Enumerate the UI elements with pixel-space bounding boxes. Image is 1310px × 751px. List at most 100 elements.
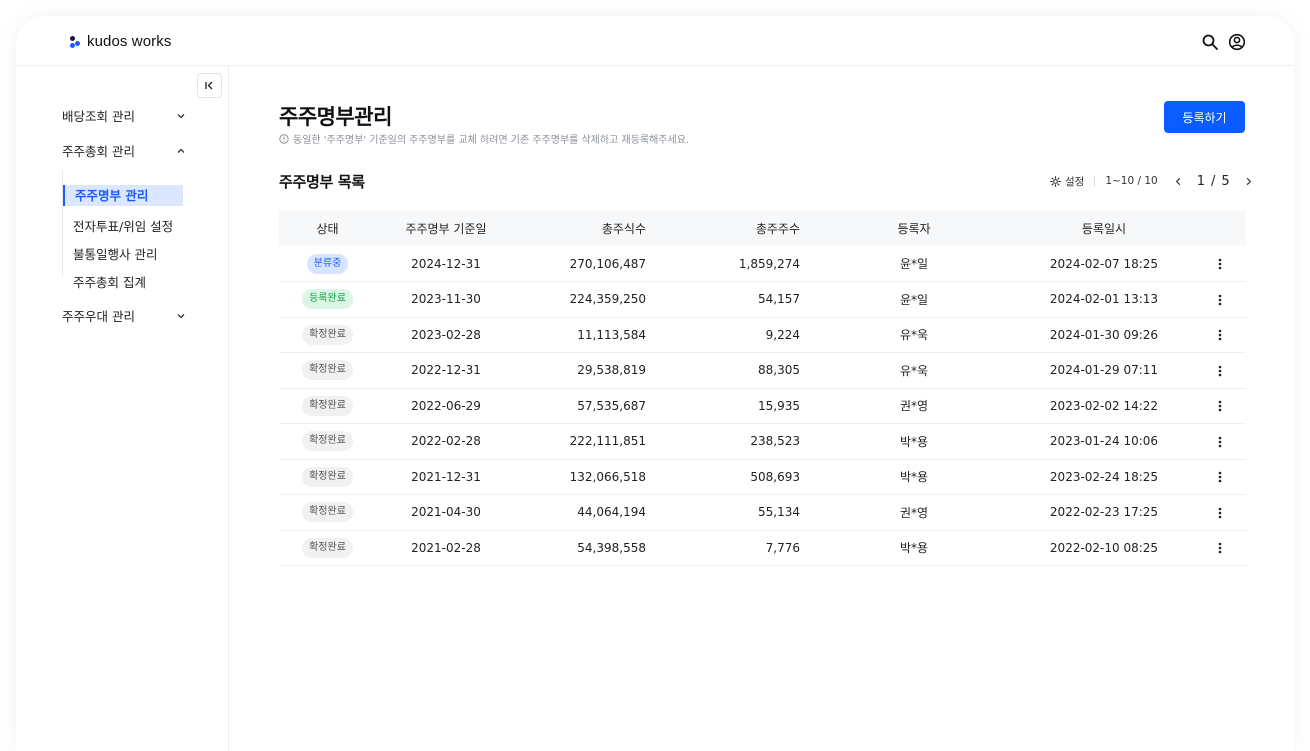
more-vertical-icon[interactable] — [1218, 471, 1222, 483]
status-badge: 확정완료 — [302, 395, 353, 416]
section-title: 주주명부 목록 — [279, 173, 365, 191]
sidebar-item-meeting-tally[interactable]: 주주총회 집계 — [73, 272, 146, 291]
settings-button[interactable]: 설정 — [1050, 174, 1084, 189]
sidebar-item-shareholder-register[interactable]: 주주명부 관리 — [63, 185, 183, 206]
column-header-actions — [1194, 211, 1246, 246]
registrant-cell: 권*영 — [899, 505, 929, 520]
sidebar-group-meeting[interactable]: 주주총회 관리 — [62, 141, 186, 160]
chevron-down-icon — [177, 313, 185, 318]
more-vertical-icon[interactable] — [1218, 542, 1222, 554]
column-header-record-date[interactable]: 주주명부 기준일 — [376, 211, 516, 246]
total-holders-cell: 55,134 — [758, 505, 800, 520]
table-row[interactable]: 확정완료 2023-02-28 11,113,584 9,224 유*욱 2024-01-… — [279, 317, 1246, 353]
chevron-down-icon — [177, 113, 185, 118]
record-date-cell: 2021-12-31 — [411, 469, 481, 484]
table-body: 분류중 2024-12-31 270,106,487 1,859,274 윤*일 2024… — [279, 246, 1246, 566]
total-shares-cell: 270,106,487 — [569, 256, 646, 271]
sidebar-item-e-voting[interactable]: 전자투표/위임 설정 — [73, 216, 173, 235]
page-separator: / — [1211, 173, 1216, 189]
row-actions-cell — [1194, 246, 1246, 282]
row-actions-cell — [1194, 388, 1246, 424]
more-vertical-icon[interactable] — [1218, 436, 1222, 448]
total-holders-cell: 7,776 — [765, 540, 800, 555]
registrant-cell: 박*용 — [899, 470, 929, 485]
chevron-right-icon[interactable] — [1244, 177, 1253, 186]
logo-text: kudos works — [87, 33, 172, 50]
status-cell: 확정완료 — [279, 317, 376, 353]
sidebar-group-dividend[interactable]: 배당조회 관리 — [62, 106, 186, 125]
sidebar-item-split-voting[interactable]: 불통일행사 관리 — [73, 244, 157, 263]
table-row[interactable]: 확정완료 2021-02-28 54,398,558 7,776 박*용 2022-02-… — [279, 530, 1246, 566]
column-header-registered-at[interactable]: 등록일시 — [1014, 211, 1194, 246]
table-row[interactable]: 등록완료 2023-11-30 224,359,250 54,157 윤*일 2024-0… — [279, 282, 1246, 318]
total-holders-cell: 54,157 — [758, 292, 800, 307]
row-range: 1~10 / 10 — [1105, 175, 1158, 187]
column-header-total-holders[interactable]: 총주주수 — [656, 211, 814, 246]
total-pages: 5 — [1221, 173, 1230, 189]
status-badge: 분류중 — [306, 253, 349, 274]
table-row[interactable]: 확정완료 2022-06-29 57,535,687 15,935 권*영 2023-02… — [279, 388, 1246, 424]
logo[interactable]: kudos works — [70, 33, 171, 50]
table-row[interactable]: 분류중 2024-12-31 270,106,487 1,859,274 윤*일 2024… — [279, 246, 1246, 282]
status-cell: 확정완료 — [279, 495, 376, 531]
column-header-registrant[interactable]: 등록자 — [814, 211, 1014, 246]
registered-at-cell: 2023-02-24 18:25 — [1049, 469, 1159, 484]
status-cell: 확정완료 — [279, 424, 376, 460]
row-actions-cell — [1194, 317, 1246, 353]
registered-at-cell: 2024-01-30 09:26 — [1049, 327, 1159, 342]
shareholder-register-table: 상태 주주명부 기준일 총주식수 총주주수 등록자 등록일시 분류중 2024-1… — [279, 211, 1246, 566]
status-cell: 분류중 — [279, 246, 376, 282]
chevron-up-icon — [177, 148, 185, 153]
total-shares-cell: 222,111,851 — [569, 434, 646, 449]
sidebar-group-label: 주주총회 관리 — [62, 144, 135, 159]
more-vertical-icon[interactable] — [1218, 507, 1222, 519]
app-window: kudos works 배당조회 관리 주주총회 관리 주주명부 관리 전자투표… — [16, 16, 1294, 751]
column-header-status[interactable]: 상태 — [279, 211, 376, 246]
row-actions-cell — [1194, 495, 1246, 531]
status-badge: 확정완료 — [302, 466, 353, 487]
more-vertical-icon[interactable] — [1218, 294, 1222, 306]
total-shares-cell: 57,535,687 — [577, 398, 646, 413]
total-holders-cell: 9,224 — [765, 327, 800, 342]
total-holders-cell: 88,305 — [758, 363, 800, 378]
column-header-total-shares[interactable]: 총주식수 — [516, 211, 656, 246]
search-icon[interactable] — [1201, 33, 1219, 51]
sidebar-group-label: 주주우대 관리 — [62, 309, 135, 324]
status-cell: 확정완료 — [279, 459, 376, 495]
status-badge: 확정완료 — [302, 431, 353, 452]
table-row[interactable]: 확정완료 2022-12-31 29,538,819 88,305 유*욱 2024-01… — [279, 353, 1246, 389]
more-vertical-icon[interactable] — [1218, 329, 1222, 341]
total-holders-cell: 1,859,274 — [738, 256, 800, 271]
chevron-left-icon[interactable] — [1174, 177, 1183, 186]
registrant-cell: 유*욱 — [899, 328, 929, 343]
register-button[interactable]: 등록하기 — [1164, 101, 1245, 133]
sidebar-collapse-button[interactable] — [197, 73, 222, 98]
pagination: 1 / 5 — [1174, 174, 1253, 189]
record-date-cell: 2024-12-31 — [411, 256, 481, 271]
table-row[interactable]: 확정완료 2022-02-28 222,111,851 238,523 박*용 2023-… — [279, 424, 1246, 460]
registered-at-cell: 2023-01-24 10:06 — [1049, 434, 1159, 449]
status-cell: 확정완료 — [279, 388, 376, 424]
sidebar-group-benefits[interactable]: 주주우대 관리 — [62, 306, 186, 325]
status-cell: 확정완료 — [279, 353, 376, 389]
user-account-icon[interactable] — [1228, 33, 1246, 51]
total-shares-cell: 132,066,518 — [569, 469, 646, 484]
more-vertical-icon[interactable] — [1218, 258, 1222, 270]
table-row[interactable]: 확정완료 2021-12-31 132,066,518 508,693 박*용 2023-… — [279, 459, 1246, 495]
registered-at-cell: 2022-02-23 17:25 — [1049, 505, 1159, 520]
row-actions-cell — [1194, 424, 1246, 460]
registered-at-cell: 2024-02-01 13:13 — [1049, 292, 1159, 307]
registered-at-cell: 2024-02-07 18:25 — [1049, 256, 1159, 271]
current-page: 1 — [1196, 173, 1206, 189]
record-date-cell: 2022-02-28 — [411, 434, 481, 449]
total-shares-cell: 44,064,194 — [577, 505, 646, 520]
more-vertical-icon[interactable] — [1218, 365, 1222, 377]
total-holders-cell: 508,693 — [750, 469, 800, 484]
more-vertical-icon[interactable] — [1218, 400, 1222, 412]
registrant-cell: 박*용 — [899, 541, 929, 556]
settings-label: 설정 — [1065, 175, 1085, 188]
table-row[interactable]: 확정완료 2021-04-30 44,064,194 55,134 권*영 2022-02… — [279, 495, 1246, 531]
notice-text: 동일한 '주주명부' 기준일의 주주명부를 교체 하려면 기존 주주명부를 삭제… — [279, 131, 689, 146]
logo-mark-icon — [70, 35, 81, 48]
row-actions-cell — [1194, 282, 1246, 318]
